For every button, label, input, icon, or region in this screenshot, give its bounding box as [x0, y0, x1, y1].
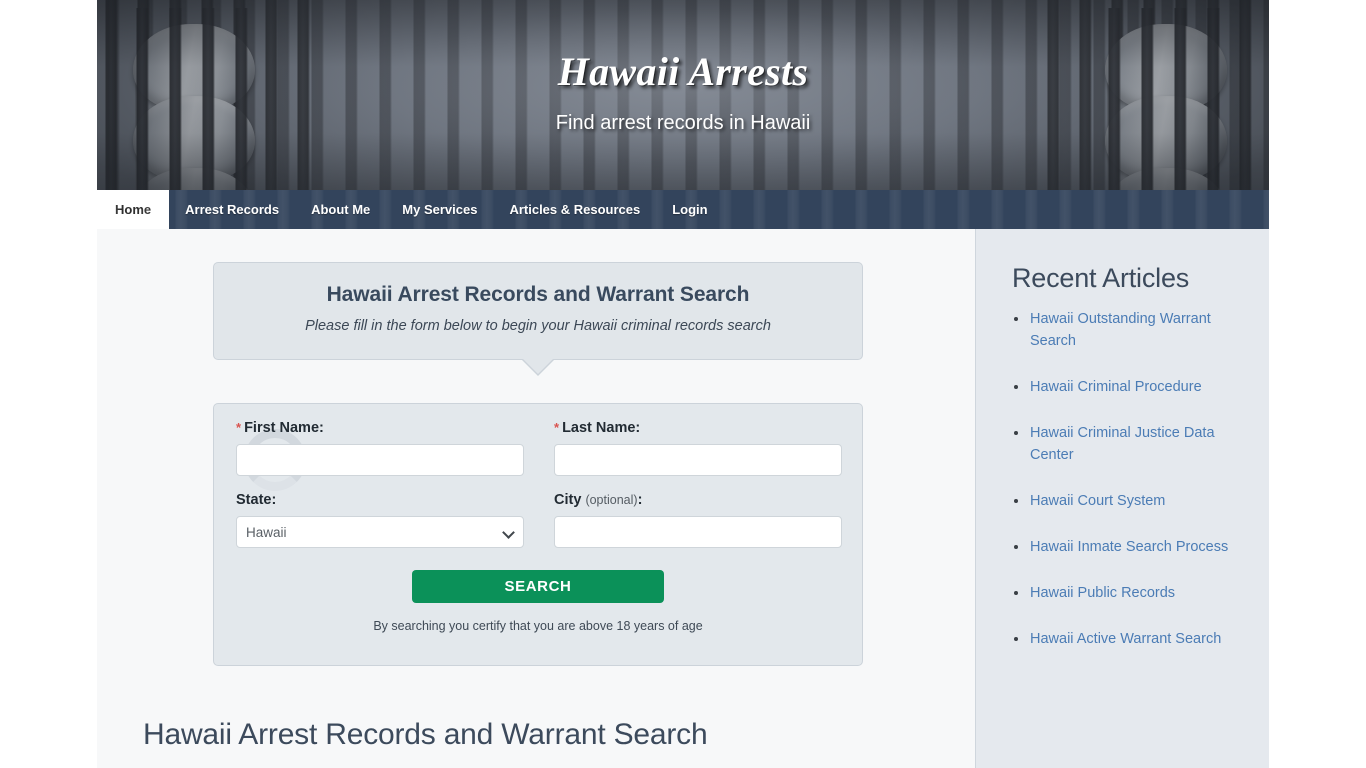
- city-optional-note: (optional): [585, 493, 638, 507]
- site-title: Hawaii Arrests: [557, 49, 809, 94]
- form-row-names: * First Name: * Last Name:: [236, 420, 842, 476]
- nav-item-about-me[interactable]: About Me: [295, 190, 386, 229]
- article-link-outstanding-warrant-search[interactable]: Hawaii Outstanding Warrant Search: [1030, 311, 1211, 349]
- recent-articles-list: Hawaii Outstanding Warrant Search Hawaii…: [1012, 308, 1241, 650]
- form-row-location: State: Hawaii City (optional):: [236, 492, 842, 548]
- field-state: State: Hawaii: [236, 492, 524, 548]
- article-link-active-warrant-search[interactable]: Hawaii Active Warrant Search: [1030, 631, 1221, 647]
- list-item: Hawaii Court System: [1012, 490, 1241, 512]
- nav-item-articles-resources[interactable]: Articles & Resources: [493, 190, 656, 229]
- field-last-name: * Last Name:: [554, 420, 842, 476]
- city-label-text: City: [554, 492, 582, 508]
- city-label: City (optional):: [554, 492, 842, 508]
- search-button-wrapper: SEARCH: [236, 570, 840, 603]
- main-navigation: Home Arrest Records About Me My Services…: [97, 190, 1269, 229]
- first-name-label: * First Name:: [236, 420, 524, 436]
- article-link-public-records[interactable]: Hawaii Public Records: [1030, 585, 1175, 601]
- list-item: Hawaii Inmate Search Process: [1012, 536, 1241, 558]
- list-item: Hawaii Criminal Procedure: [1012, 376, 1241, 398]
- article-link-inmate-search-process[interactable]: Hawaii Inmate Search Process: [1030, 539, 1228, 555]
- nav-item-login[interactable]: Login: [656, 190, 723, 229]
- callout-tail: [522, 358, 554, 374]
- last-name-label-text: Last Name:: [562, 420, 641, 436]
- site-shell: Hawaii Arrests Find arrest records in Ha…: [97, 0, 1269, 768]
- list-item: Hawaii Active Warrant Search: [1012, 628, 1241, 650]
- field-city: City (optional):: [554, 492, 842, 548]
- callout-subtitle: Please fill in the form below to begin y…: [305, 318, 771, 334]
- state-select-wrapper: Hawaii: [236, 516, 524, 548]
- page-root: Hawaii Arrests Find arrest records in Ha…: [0, 0, 1366, 768]
- list-item: Hawaii Criminal Justice Data Center: [1012, 422, 1241, 466]
- age-disclaimer: By searching you certify that you are ab…: [373, 619, 703, 633]
- search-callout: Hawaii Arrest Records and Warrant Search…: [213, 262, 863, 376]
- last-name-label: * Last Name:: [554, 420, 842, 436]
- state-select[interactable]: Hawaii: [236, 516, 524, 548]
- callout-title: Hawaii Arrest Records and Warrant Search: [326, 283, 750, 306]
- article-link-court-system[interactable]: Hawaii Court System: [1030, 493, 1165, 509]
- required-asterisk-icon: *: [236, 420, 242, 435]
- city-input[interactable]: [554, 516, 842, 548]
- nav-item-arrest-records[interactable]: Arrest Records: [169, 190, 295, 229]
- site-banner: Hawaii Arrests Find arrest records in Ha…: [97, 0, 1269, 190]
- nav-item-home[interactable]: Home: [97, 190, 170, 229]
- search-button[interactable]: SEARCH: [412, 570, 664, 603]
- list-item: Hawaii Outstanding Warrant Search: [1012, 308, 1241, 352]
- first-name-label-text: First Name:: [244, 420, 324, 436]
- first-name-input[interactable]: [236, 444, 524, 476]
- field-first-name: * First Name:: [236, 420, 524, 476]
- search-form-panel: *First Name: *Last Name: State: Hawaii: [213, 403, 863, 666]
- article-link-criminal-procedure[interactable]: Hawaii Criminal Procedure: [1030, 379, 1202, 395]
- required-asterisk-icon: *: [554, 420, 560, 435]
- list-item: Hawaii Public Records: [1012, 582, 1241, 604]
- state-label: State:: [236, 492, 277, 508]
- last-name-input[interactable]: [554, 444, 842, 476]
- sidebar: Recent Articles Hawaii Outstanding Warra…: [975, 229, 1269, 768]
- city-label-colon: :: [637, 492, 643, 508]
- nav-item-my-services[interactable]: My Services: [386, 190, 493, 229]
- sidebar-title: Recent Articles: [1012, 263, 1190, 293]
- banner-text-block: Hawaii Arrests Find arrest records in Ha…: [97, 0, 1269, 190]
- site-tagline: Find arrest records in Hawaii: [555, 112, 811, 134]
- page-title: Hawaii Arrest Records and Warrant Search: [143, 718, 708, 751]
- article-link-criminal-justice-data-center[interactable]: Hawaii Criminal Justice Data Center: [1030, 425, 1215, 463]
